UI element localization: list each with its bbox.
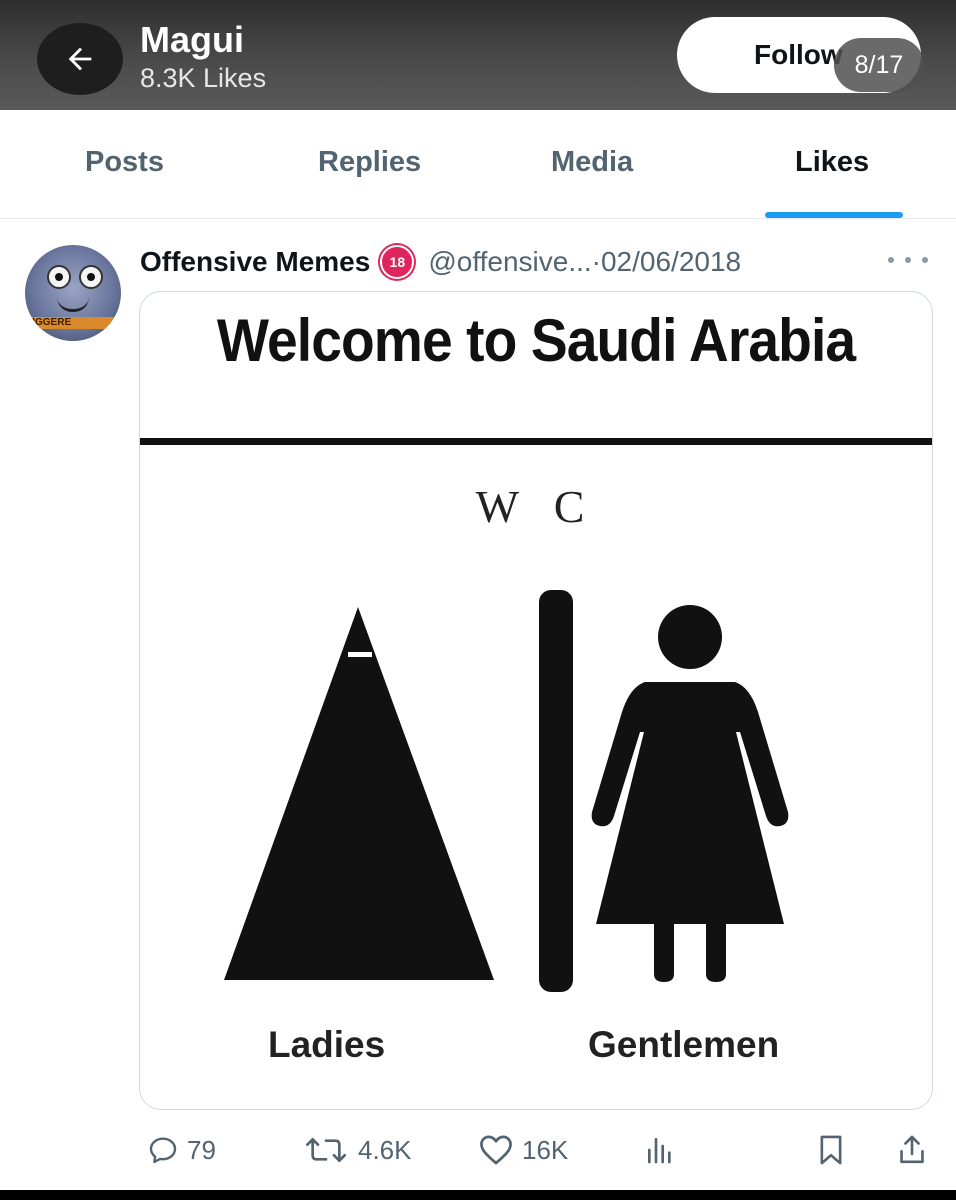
adult-content-badge: 18 bbox=[380, 245, 415, 279]
avatar-eye-right bbox=[79, 265, 103, 289]
share-icon bbox=[900, 1135, 924, 1164]
bookmark-icon bbox=[820, 1135, 842, 1165]
ladies-label: Ladies bbox=[268, 1024, 386, 1065]
views-button[interactable] bbox=[644, 1130, 676, 1170]
bookmark-button[interactable] bbox=[815, 1130, 847, 1170]
repost-button[interactable]: 4.6K bbox=[302, 1130, 412, 1170]
tab-likes[interactable]: Likes bbox=[795, 146, 869, 179]
repost-icon bbox=[306, 1138, 346, 1162]
share-button[interactable] bbox=[896, 1130, 928, 1170]
back-button[interactable] bbox=[37, 23, 123, 95]
avatar[interactable]: RIGGERE bbox=[25, 245, 121, 341]
tweet-header: Offensive Memes 18 @offensive... · 02/06… bbox=[140, 242, 741, 282]
tab-media[interactable]: Media bbox=[551, 146, 633, 179]
reply-count: 79 bbox=[187, 1134, 216, 1165]
ladies-eye-slit bbox=[348, 652, 372, 657]
profile-header: Magui 8.3K Likes Follow 8/17 bbox=[0, 0, 956, 110]
views-icon bbox=[648, 1138, 671, 1164]
author-name[interactable]: Offensive Memes bbox=[140, 246, 370, 278]
tweet-actions: 79 4.6K 16K bbox=[0, 1120, 956, 1180]
date-separator: · bbox=[591, 246, 601, 277]
repost-count: 4.6K bbox=[358, 1134, 412, 1165]
more-horizontal-icon[interactable] bbox=[888, 248, 928, 272]
profile-tabs: Posts Replies Media Likes bbox=[0, 110, 956, 219]
ladies-figure bbox=[224, 607, 494, 980]
screen-bottom-edge bbox=[0, 1190, 956, 1200]
like-button[interactable]: 16K bbox=[478, 1130, 568, 1170]
author-handle[interactable]: @offensive... bbox=[428, 246, 591, 278]
likes-count: 8.3K Likes bbox=[140, 63, 267, 93]
gentlemen-figure-body bbox=[591, 682, 789, 982]
avatar-text: RIGGERE bbox=[25, 317, 121, 329]
meme-pictogram bbox=[224, 590, 789, 992]
tab-replies[interactable]: Replies bbox=[318, 146, 421, 179]
tweet-date[interactable]: 02/06/2018 bbox=[601, 246, 741, 278]
heart-icon bbox=[480, 1135, 512, 1165]
wc-divider-bar bbox=[539, 590, 573, 992]
arrow-left-icon bbox=[68, 47, 92, 71]
page-counter: 8/17 bbox=[834, 38, 924, 92]
tab-posts[interactable]: Posts bbox=[85, 146, 164, 179]
profile-name: Magui bbox=[140, 19, 244, 60]
gentlemen-figure-head bbox=[658, 605, 722, 669]
active-tab-indicator bbox=[765, 212, 903, 218]
reply-button[interactable]: 79 bbox=[147, 1130, 216, 1170]
reply-icon bbox=[149, 1137, 177, 1164]
gentlemen-label: Gentlemen bbox=[588, 1024, 780, 1065]
avatar-eye-left bbox=[47, 265, 71, 289]
avatar-mouth bbox=[57, 297, 89, 312]
tweet-media-image[interactable]: Welcome to Saudi Arabia W C Ladies Gentl… bbox=[139, 291, 933, 1110]
like-count: 16K bbox=[522, 1134, 569, 1165]
